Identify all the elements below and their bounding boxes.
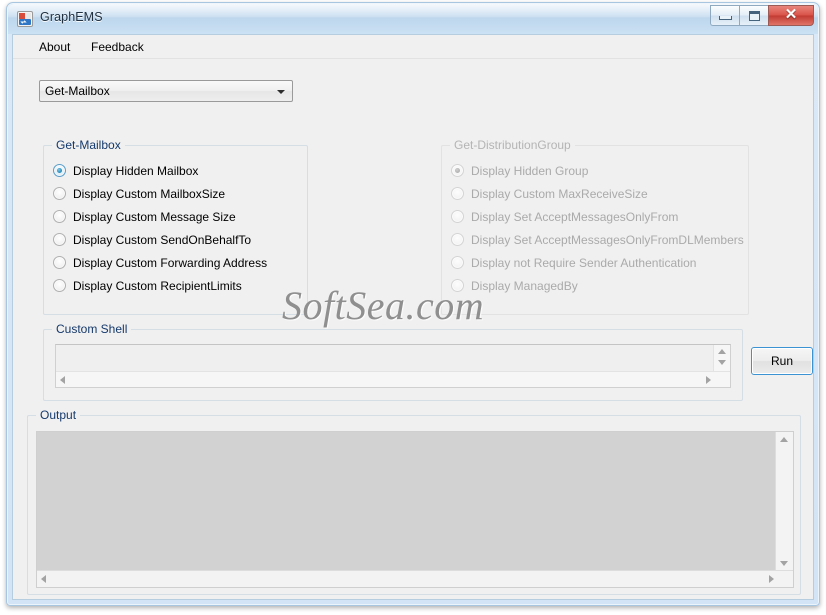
radio-label: Display Set AcceptMessagesOnlyFrom (471, 209, 679, 224)
distribution-group-title: Get-DistributionGroup (450, 138, 575, 152)
scroll-left-icon[interactable] (60, 376, 65, 384)
custom-shell-horizontal-scrollbar[interactable] (56, 371, 730, 387)
mailbox-group: Get-Mailbox Display Hidden Mailbox Displ… (43, 138, 308, 315)
window-controls: ✕ (710, 5, 814, 26)
run-button[interactable]: Run (751, 347, 813, 375)
maximize-icon (748, 10, 760, 21)
radio-label: Display Set AcceptMessagesOnlyFromDLMemb… (471, 232, 744, 247)
scroll-up-icon[interactable] (718, 349, 726, 354)
radio-label: Display Hidden Mailbox (73, 163, 199, 178)
radio-display-custom-recipientlimits[interactable]: Display Custom RecipientLimits (53, 277, 242, 294)
application-window: GraphEMS ✕ About Feedback Get-Mailbox Ge… (6, 2, 820, 606)
menu-bar: About Feedback (13, 35, 813, 59)
radio-icon (451, 256, 464, 269)
radio-display-set-acceptmessagesonlyfromdlmembers: Display Set AcceptMessagesOnlyFromDLMemb… (451, 231, 744, 248)
menu-item-feedback[interactable]: Feedback (85, 39, 150, 55)
radio-label: Display Hidden Group (471, 163, 589, 178)
radio-icon (53, 279, 66, 292)
app-icon (17, 11, 33, 27)
mailbox-group-title: Get-Mailbox (52, 138, 125, 152)
custom-shell-group: Custom Shell (43, 322, 743, 401)
radio-label: Display Custom Forwarding Address (73, 255, 268, 270)
radio-display-hidden-mailbox[interactable]: Display Hidden Mailbox (53, 162, 198, 179)
radio-icon (451, 187, 464, 200)
radio-display-custom-mailboxsize[interactable]: Display Custom MailboxSize (53, 185, 225, 202)
radio-icon (451, 210, 464, 223)
radio-display-custom-message-size[interactable]: Display Custom Message Size (53, 208, 236, 225)
maximize-button[interactable] (739, 5, 768, 26)
titlebar-gloss (8, 4, 818, 18)
radio-icon (451, 164, 464, 177)
output-title: Output (36, 408, 81, 422)
minimize-icon (718, 16, 732, 20)
radio-icon (53, 187, 66, 200)
radio-icon (53, 256, 66, 269)
radio-display-managedby: Display ManagedBy (451, 277, 578, 294)
radio-label: Display Custom RecipientLimits (73, 278, 242, 293)
close-button[interactable]: ✕ (768, 5, 814, 26)
radio-icon (451, 233, 464, 246)
run-button-label: Run (770, 354, 793, 368)
client-area: About Feedback Get-Mailbox Get-Mailbox D… (12, 34, 814, 600)
radio-display-custom-forwarding-address[interactable]: Display Custom Forwarding Address (53, 254, 267, 271)
radio-display-not-require-sender-authentication: Display not Require Sender Authenticatio… (451, 254, 696, 271)
chevron-down-icon (277, 90, 285, 94)
radio-label: Display Custom MailboxSize (73, 186, 226, 201)
command-select-value: Get-Mailbox (45, 84, 110, 98)
radio-label: Display Custom MaxReceiveSize (471, 186, 648, 201)
radio-display-hidden-group: Display Hidden Group (451, 162, 588, 179)
distribution-group: Get-DistributionGroup Display Hidden Gro… (441, 138, 749, 315)
radio-display-custom-maxreceivesize: Display Custom MaxReceiveSize (451, 185, 648, 202)
scroll-up-icon[interactable] (780, 437, 788, 442)
radio-label: Display ManagedBy (471, 278, 578, 293)
custom-shell-input[interactable] (55, 344, 731, 388)
radio-icon (53, 164, 66, 177)
radio-icon (451, 279, 464, 292)
command-select[interactable]: Get-Mailbox (39, 80, 293, 102)
radio-label: Display not Require Sender Authenticatio… (471, 255, 697, 270)
close-icon: ✕ (784, 7, 798, 23)
title-bar[interactable]: GraphEMS ✕ (8, 4, 818, 34)
custom-shell-vertical-scrollbar[interactable] (713, 345, 730, 373)
output-horizontal-scrollbar[interactable] (37, 570, 793, 587)
radio-display-custom-sendonbehalfto[interactable]: Display Custom SendOnBehalfTo (53, 231, 251, 248)
radio-label: Display Custom Message Size (73, 209, 236, 224)
output-textarea[interactable] (36, 431, 794, 588)
scroll-down-icon[interactable] (780, 561, 788, 566)
menu-item-about[interactable]: About (33, 39, 76, 55)
output-group: Output (27, 408, 801, 595)
custom-shell-title: Custom Shell (52, 322, 132, 336)
radio-display-set-acceptmessagesonlyfrom: Display Set AcceptMessagesOnlyFrom (451, 208, 678, 225)
scroll-right-icon[interactable] (706, 376, 711, 384)
output-vertical-scrollbar[interactable] (775, 432, 793, 571)
radio-icon (53, 233, 66, 246)
window-title: GraphEMS (40, 10, 103, 24)
radio-icon (53, 210, 66, 223)
scroll-down-icon[interactable] (718, 360, 726, 365)
scroll-right-icon[interactable] (769, 575, 774, 583)
radio-label: Display Custom SendOnBehalfTo (73, 232, 252, 247)
minimize-button[interactable] (710, 5, 739, 26)
scroll-left-icon[interactable] (41, 575, 46, 583)
